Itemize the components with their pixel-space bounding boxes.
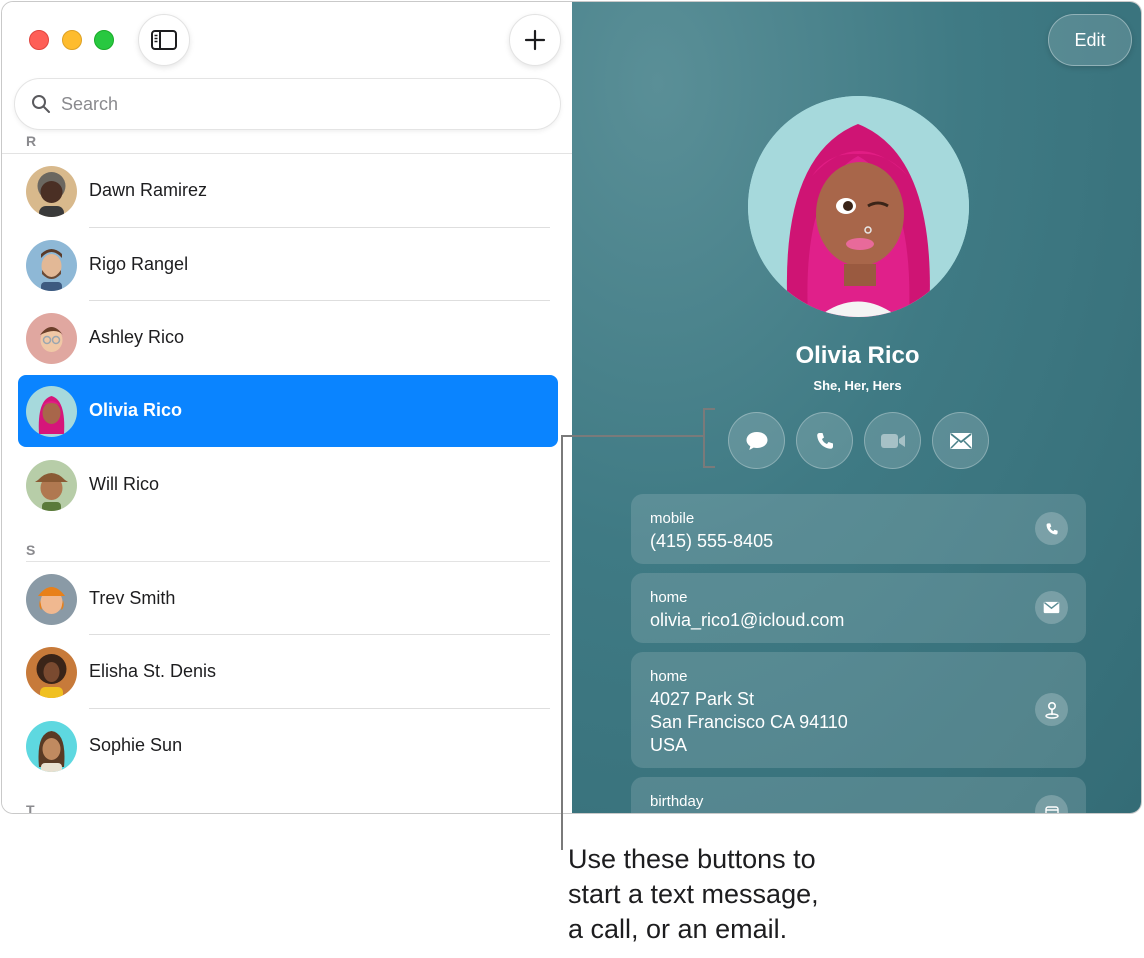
video-call-button[interactable] (864, 412, 921, 469)
close-window-button[interactable] (29, 30, 49, 50)
contact-row-rigo-rangel[interactable]: Rigo Rangel (18, 229, 558, 301)
contact-name: Olivia Rico (89, 400, 183, 420)
video-icon (880, 433, 905, 448)
section-header-s: S (26, 542, 36, 558)
contact-detail-pane: Edit Olivia Rico She, Her, Hers mobile (… (572, 2, 1141, 813)
sidebar: R Dawn Ramirez (2, 2, 572, 813)
row-divider (89, 300, 550, 301)
row-divider (89, 708, 550, 709)
mail-icon (1043, 601, 1060, 614)
address-line: USA (650, 735, 688, 755)
contact-name: Ashley Rico (89, 327, 185, 347)
field-label: birthday (650, 793, 704, 810)
map-pin-icon (1044, 701, 1059, 719)
callout-line (561, 435, 705, 437)
section-divider (2, 153, 572, 154)
zoom-window-button[interactable] (94, 30, 114, 50)
birthday-field-card: birthday (631, 777, 1086, 813)
contact-name: Trev Smith (89, 588, 176, 608)
email-button[interactable] (932, 412, 989, 469)
section-header-r: R (26, 133, 37, 149)
section-divider (26, 561, 550, 562)
contact-name: Elisha St. Denis (89, 661, 217, 681)
email-field-card: home olivia_rico1@icloud.com (631, 573, 1086, 643)
address-text[interactable]: 4027 Park St San Francisco CA 94110 USA (650, 688, 848, 757)
minimize-window-button[interactable] (62, 30, 82, 50)
avatar (26, 721, 77, 772)
calendar-icon (1044, 805, 1059, 813)
calendar-button[interactable] (1035, 795, 1068, 813)
contact-row-sophie-sun[interactable]: Sophie Sun (18, 710, 558, 782)
call-number-button[interactable] (1035, 512, 1068, 545)
contact-row-dawn-ramirez[interactable]: Dawn Ramirez (18, 155, 558, 227)
phone-icon (1046, 522, 1058, 534)
contact-name: Will Rico (89, 474, 159, 494)
add-contact-button[interactable] (509, 14, 561, 66)
address-line: 4027 Park St (650, 689, 755, 709)
row-divider (89, 227, 550, 228)
plus-icon (524, 29, 546, 51)
field-label: home (650, 668, 688, 685)
section-header-t: T (26, 802, 35, 814)
toggle-sidebar-button[interactable] (138, 14, 190, 66)
row-divider (89, 634, 550, 635)
callout-bracket (703, 408, 705, 468)
contact-name: Rigo Rangel (89, 254, 189, 274)
contact-pronouns: She, Her, Hers (813, 378, 902, 393)
avatar (26, 313, 77, 364)
avatar (26, 574, 77, 625)
avatar (26, 240, 77, 291)
contact-name-heading: Olivia Rico (795, 342, 920, 369)
message-icon (746, 431, 767, 450)
phone-number[interactable]: (415) 555-8405 (650, 530, 773, 553)
callout-bracket (703, 466, 715, 468)
search-field[interactable] (14, 78, 561, 130)
contact-row-elisha-st-denis[interactable]: Elisha St. Denis (18, 636, 558, 708)
field-label: mobile (650, 510, 695, 527)
contact-name: Dawn Ramirez (89, 180, 208, 200)
address-line: San Francisco CA 94110 (650, 712, 848, 732)
edit-button[interactable]: Edit (1048, 14, 1132, 66)
contact-name: Sophie Sun (89, 735, 183, 755)
contact-photo (748, 96, 969, 317)
contact-row-olivia-rico[interactable]: Olivia Rico (18, 375, 558, 447)
call-button[interactable] (796, 412, 853, 469)
address-field-card: home 4027 Park St San Francisco CA 94110… (631, 652, 1086, 768)
contact-row-will-rico[interactable]: Will Rico (18, 449, 558, 521)
contact-row-ashley-rico[interactable]: Ashley Rico (18, 302, 558, 374)
callout-line-text: a call, or an email. (568, 914, 788, 944)
avatar (26, 460, 77, 511)
avatar (26, 386, 77, 437)
search-input[interactable] (61, 93, 531, 115)
sidebar-icon (151, 30, 177, 50)
send-email-button[interactable] (1035, 591, 1068, 624)
callout-text: Use these buttons to start a text messag… (568, 842, 868, 947)
avatar (26, 166, 77, 217)
search-icon (32, 95, 50, 113)
phone-field-card: mobile (415) 555-8405 (631, 494, 1086, 564)
avatar (26, 647, 77, 698)
email-address[interactable]: olivia_rico1@icloud.com (650, 609, 844, 632)
mail-icon (949, 432, 972, 449)
callout-bracket (703, 408, 715, 410)
contact-row-trev-smith[interactable]: Trev Smith (18, 563, 558, 635)
phone-icon (816, 432, 833, 449)
callout-line (561, 435, 563, 850)
message-button[interactable] (728, 412, 785, 469)
contacts-window: R Dawn Ramirez (1, 1, 1142, 814)
callout-line-text: Use these buttons to (568, 844, 816, 874)
field-label: home (650, 589, 688, 606)
callout-line-text: start a text message, (568, 879, 819, 909)
open-map-button[interactable] (1035, 693, 1068, 726)
